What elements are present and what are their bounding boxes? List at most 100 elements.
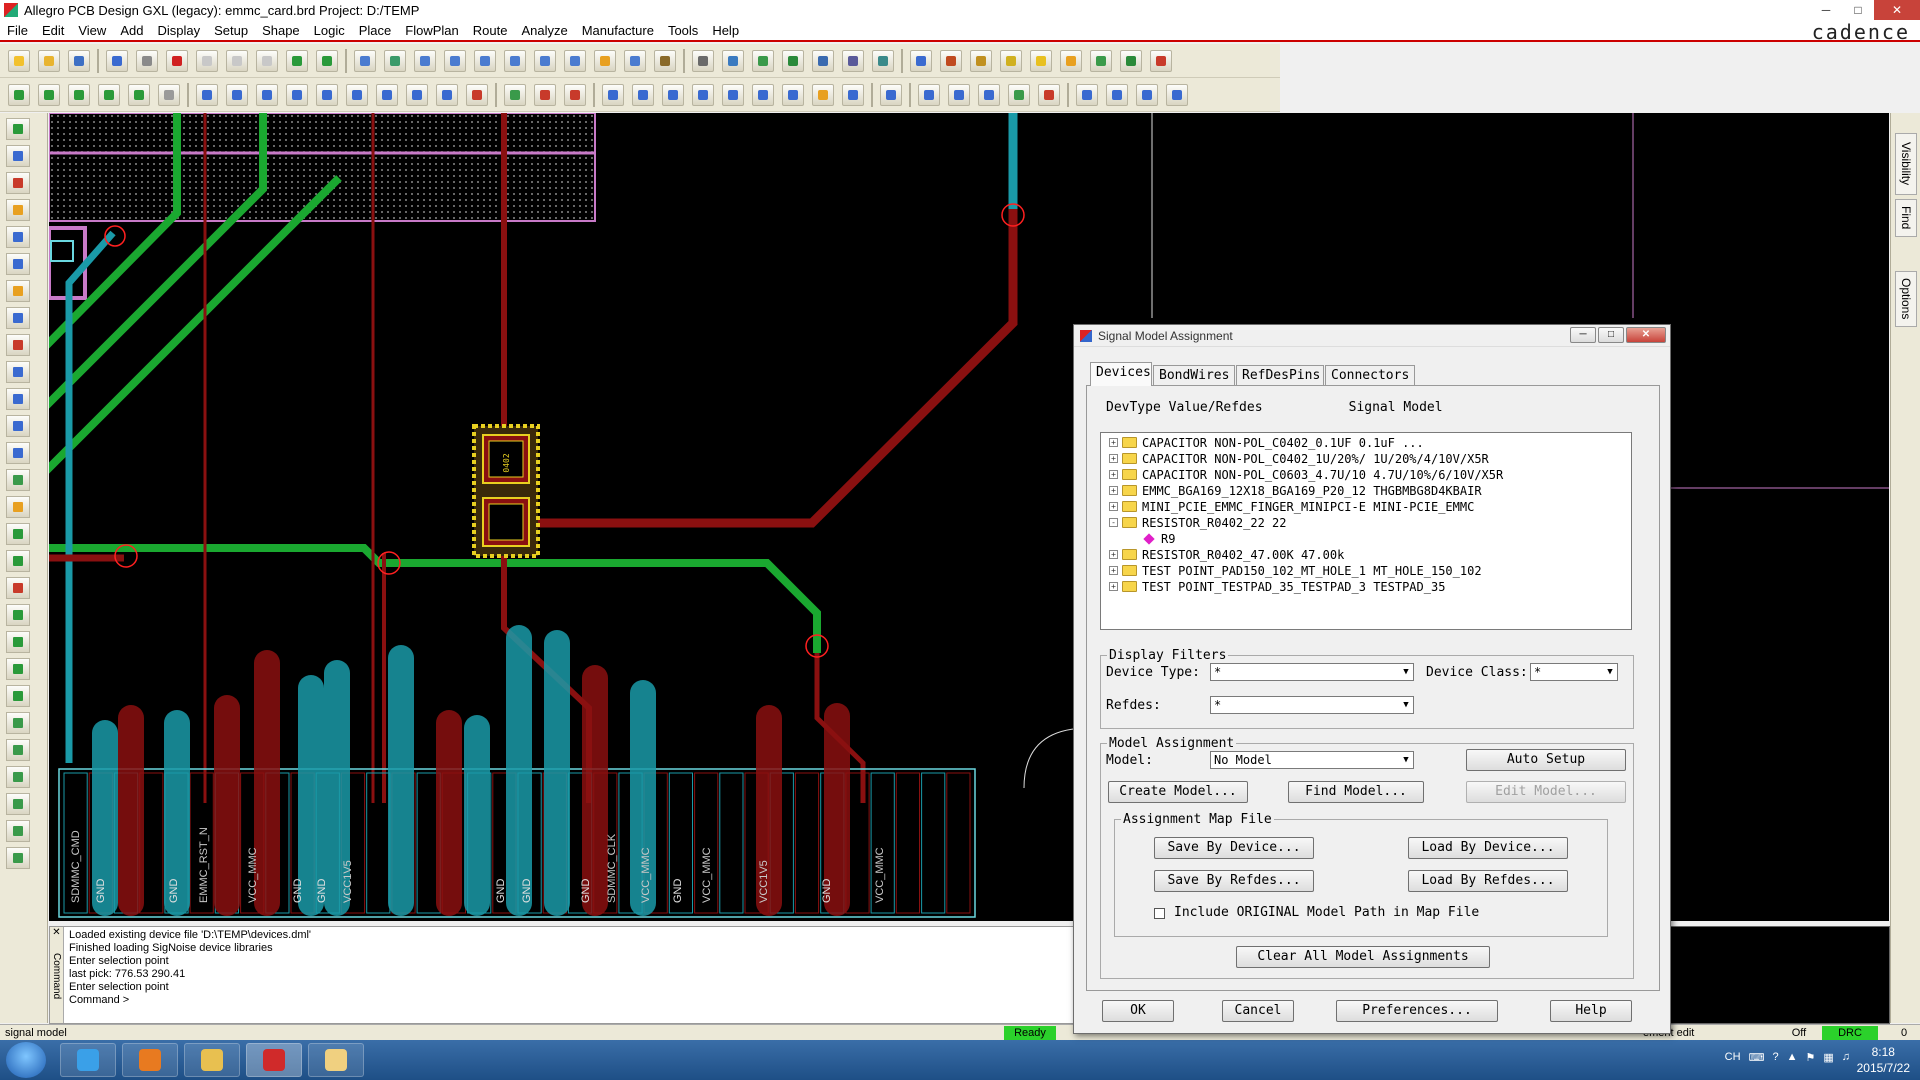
signoise-icon[interactable] <box>6 145 30 167</box>
tune-icon[interactable] <box>6 388 30 410</box>
expand-icon[interactable]: + <box>1109 502 1118 511</box>
delay-tune-icon[interactable] <box>98 83 120 106</box>
load-by-refdes-button[interactable]: Load By Refdes... <box>1408 870 1568 892</box>
tree-item[interactable]: + MINI_PCIE_EMMC_FINGER_MINIPCI-E MINI-PC… <box>1109 499 1474 514</box>
add-circle-icon[interactable] <box>256 83 278 106</box>
tree-item[interactable]: + EMMC_BGA169_12X18_BGA169_P20_12 THGBMBG… <box>1109 483 1482 498</box>
redraw-icon[interactable] <box>594 49 616 72</box>
help-button[interactable]: Help <box>1550 1000 1632 1022</box>
cancel-button[interactable]: Cancel <box>1222 1000 1294 1022</box>
swap-icon[interactable] <box>6 793 30 815</box>
select-icon[interactable] <box>286 83 308 106</box>
dialog-maximize-button[interactable]: □ <box>1598 327 1624 343</box>
collapse-icon[interactable]: - <box>1109 518 1118 527</box>
menu-analyze[interactable]: Analyze <box>514 23 574 38</box>
renumber-icon[interactable] <box>722 83 744 106</box>
dimension-linear-icon[interactable] <box>564 83 586 106</box>
preferences-button[interactable]: Preferences... <box>1336 1000 1498 1022</box>
zoom-in-icon[interactable] <box>474 49 496 72</box>
artwork-icon[interactable] <box>602 83 624 106</box>
tree-item[interactable]: + RESISTOR_R0402_47.00K 47.00k <box>1109 547 1344 562</box>
add-line-icon[interactable] <box>196 83 218 106</box>
signal-model-icon[interactable] <box>6 118 30 140</box>
model-icon[interactable] <box>978 83 1000 106</box>
tab-find[interactable]: Find <box>1895 199 1917 237</box>
device-tree[interactable]: + CAPACITOR NON-POL_C0402_0.1UF 0.1uF ...… <box>1100 432 1632 630</box>
dehighlight-icon[interactable] <box>1060 49 1082 72</box>
dialog-title-bar[interactable]: Signal Model Assignment ─ □ ✕ <box>1074 325 1670 347</box>
measure-icon[interactable] <box>970 49 992 72</box>
bars-icon[interactable] <box>1090 49 1112 72</box>
zoom-points-icon[interactable] <box>414 49 436 72</box>
auto-route-icon[interactable] <box>6 604 30 626</box>
device-class-select[interactable]: * ▼ <box>1530 663 1618 681</box>
nc-icon[interactable] <box>662 83 684 106</box>
menu-add[interactable]: Add <box>113 23 150 38</box>
tree-item[interactable]: + CAPACITOR NON-POL_C0603_4.7U/10 4.7U/10… <box>1109 467 1503 482</box>
add-connect-icon[interactable] <box>6 199 30 221</box>
spread-icon[interactable] <box>6 226 30 248</box>
command-prompt[interactable]: Command > <box>69 994 311 1007</box>
keyboard-icon[interactable]: ⌨ <box>1749 1051 1765 1064</box>
hub-icon[interactable] <box>6 361 30 383</box>
tree-item[interactable]: - RESISTOR_R0402_22 22 <box>1109 515 1287 530</box>
create-model-button[interactable]: Create Model... <box>1108 781 1248 803</box>
taskbar-ie-icon[interactable] <box>60 1043 116 1077</box>
tree-item[interactable]: + CAPACITOR NON-POL_C0402_1U/20%/ 1U/20%/… <box>1109 451 1489 466</box>
line-icon[interactable] <box>6 415 30 437</box>
dimension-icon[interactable] <box>534 83 556 106</box>
slide-icon[interactable] <box>68 83 90 106</box>
ratsnest-icon[interactable] <box>286 49 308 72</box>
start-button[interactable] <box>6 1042 46 1078</box>
3d-view-icon[interactable] <box>624 49 646 72</box>
route-connect-icon[interactable] <box>6 550 30 572</box>
expand-icon[interactable]: + <box>1109 566 1118 575</box>
zoom-out-icon[interactable] <box>504 49 526 72</box>
probe-tool-icon[interactable] <box>6 172 30 194</box>
route-icon[interactable] <box>38 83 60 106</box>
menu-place[interactable]: Place <box>352 23 399 38</box>
net-icon[interactable] <box>872 49 894 72</box>
menu-setup[interactable]: Setup <box>207 23 255 38</box>
cleanup-icon[interactable] <box>6 658 30 680</box>
expand-icon[interactable]: + <box>1109 486 1118 495</box>
delete-icon[interactable] <box>166 49 188 72</box>
language-indicator[interactable]: CH <box>1725 1051 1741 1064</box>
vertex-icon[interactable] <box>158 83 180 106</box>
route-tool-icon[interactable] <box>6 523 30 545</box>
copy-icon[interactable] <box>136 49 158 72</box>
zoom-previous-icon[interactable] <box>534 49 556 72</box>
expand-icon[interactable]: + <box>1109 582 1118 591</box>
tab-refdespins[interactable]: RefDesPins <box>1236 365 1324 385</box>
zoom-fit-icon[interactable] <box>384 49 406 72</box>
open-icon[interactable] <box>38 49 60 72</box>
tab-visibility[interactable]: Visibility <box>1895 133 1917 195</box>
testprep-icon[interactable] <box>782 83 804 106</box>
tab-devices[interactable]: Devices <box>1090 362 1152 386</box>
edit-model-button[interactable]: Edit Model... <box>1466 781 1626 803</box>
menu-edit[interactable]: Edit <box>35 23 71 38</box>
tree-item[interactable]: + TEST POINT_PAD150_102_MT_HOLE_1 MT_HOLE… <box>1109 563 1482 578</box>
refdes-select[interactable]: * ▼ <box>1210 696 1414 714</box>
help-icon[interactable] <box>1166 83 1188 106</box>
info-icon[interactable] <box>910 49 932 72</box>
menu-view[interactable]: View <box>71 23 113 38</box>
tab-bondwires[interactable]: BondWires <box>1153 365 1235 385</box>
tools-icon[interactable] <box>1038 83 1060 106</box>
tab-options[interactable]: Options <box>1895 271 1917 327</box>
waveform-icon[interactable] <box>918 83 940 106</box>
maximize-button[interactable]: □ <box>1842 0 1874 20</box>
align-icon[interactable] <box>6 820 30 842</box>
signal-icon[interactable] <box>880 83 902 106</box>
dialog-minimize-button[interactable]: ─ <box>1570 327 1596 343</box>
dialog-close-button[interactable]: ✕ <box>1626 327 1666 343</box>
bus-icon[interactable] <box>6 307 30 329</box>
menu-help[interactable]: Help <box>705 23 746 38</box>
custom-smooth-icon[interactable] <box>128 83 150 106</box>
rectangle-icon[interactable] <box>6 442 30 464</box>
room-icon[interactable] <box>6 847 30 869</box>
status-drc[interactable]: DRC <box>1822 1026 1878 1040</box>
save-by-refdes-button[interactable]: Save By Refdes... <box>1154 870 1314 892</box>
tree-item[interactable]: + TEST POINT_TESTPAD_35_TESTPAD_3 TESTPAD… <box>1109 579 1445 594</box>
shape-edit-icon[interactable] <box>466 83 488 106</box>
